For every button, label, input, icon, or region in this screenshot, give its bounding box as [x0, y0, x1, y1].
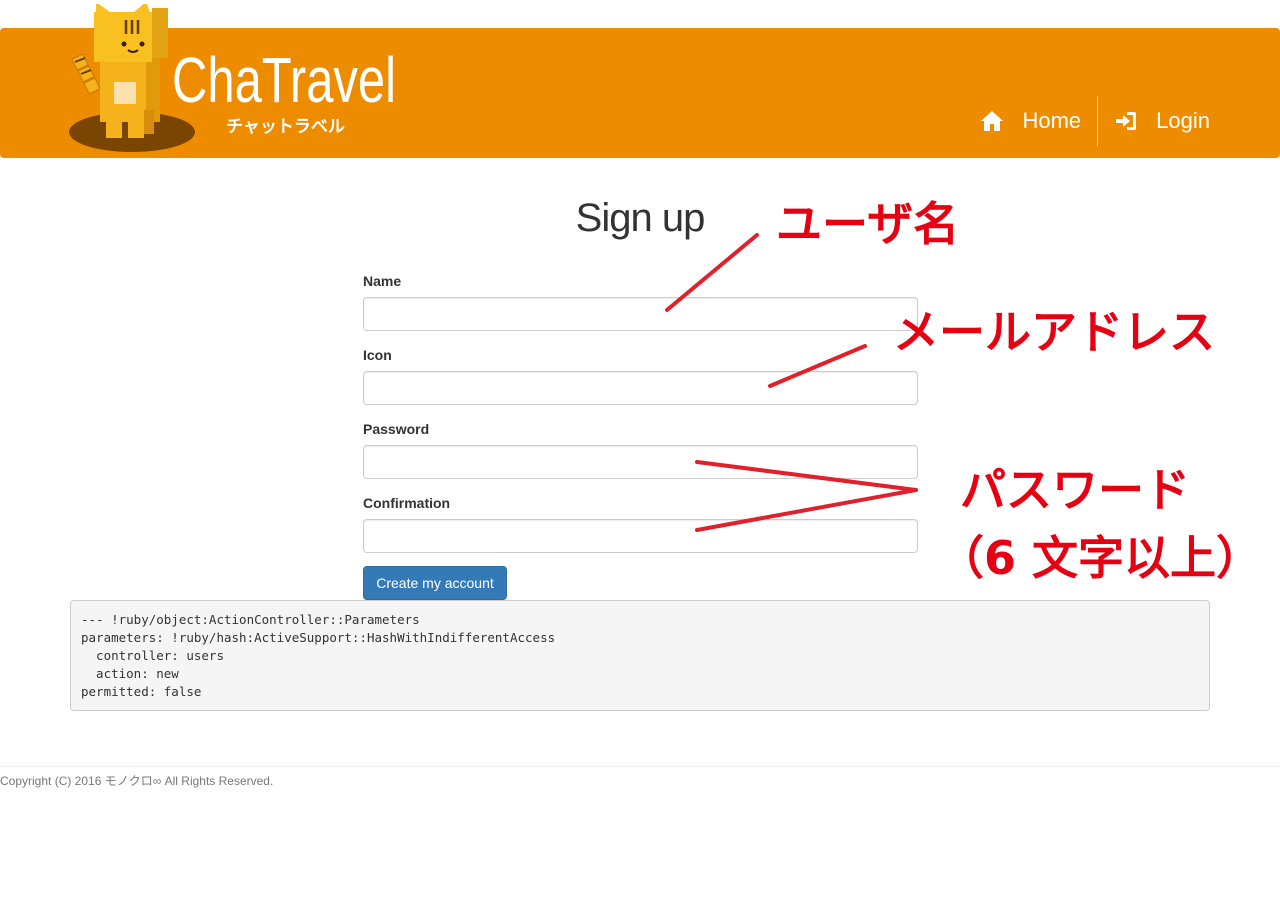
- logo-mascot-icon: ChaTravel チャットラベル: [69, 2, 396, 152]
- logo[interactable]: ChaTravel チャットラベル: [66, 2, 406, 154]
- page-title: Sign up: [575, 196, 706, 240]
- footer-divider: [0, 766, 1280, 767]
- password-label: Password: [363, 421, 430, 437]
- annotation-email: メールアドレス: [893, 305, 1215, 359]
- login-icon: [1116, 112, 1137, 130]
- name-label: Name: [363, 273, 402, 289]
- name-field-group: Name: [363, 270, 918, 344]
- icon-field-group: Icon: [363, 344, 918, 418]
- annotation-password: パスワード: [960, 463, 1190, 517]
- confirmation-label: Confirmation: [363, 495, 451, 511]
- footer-copyright: Copyright (C) 2016 モノクロ∞ All Rights Rese…: [0, 774, 274, 788]
- nav-links: Home Login: [980, 96, 1210, 146]
- annotation-password-rule: （6 文字以上）: [938, 531, 1263, 585]
- create-account-button[interactable]: Create my account: [363, 566, 507, 600]
- icon-label: Icon: [363, 347, 392, 363]
- nav-home-link[interactable]: Home: [980, 108, 1081, 134]
- nav-home-label: Home: [1022, 108, 1082, 133]
- svg-text:チャットラベル: チャットラベル: [226, 117, 345, 137]
- nav-login-label: Login: [1156, 108, 1210, 133]
- debug-params-output: --- !ruby/object:ActionController::Param…: [70, 600, 1210, 711]
- password-field-group: Password: [363, 418, 918, 492]
- name-input[interactable]: [363, 297, 918, 331]
- svg-text:ChaTravel: ChaTravel: [172, 44, 396, 116]
- home-icon: [981, 111, 1004, 131]
- icon-input[interactable]: [363, 371, 918, 405]
- password-input[interactable]: [363, 445, 918, 479]
- nav-login-link[interactable]: Login: [1114, 108, 1210, 134]
- nav-divider: [1097, 96, 1099, 146]
- signup-form: Name Icon Password Confirmation: [363, 270, 918, 566]
- annotation-username: ユーザ名: [776, 197, 960, 251]
- confirmation-field-group: Confirmation: [363, 492, 918, 566]
- confirmation-input[interactable]: [363, 519, 918, 553]
